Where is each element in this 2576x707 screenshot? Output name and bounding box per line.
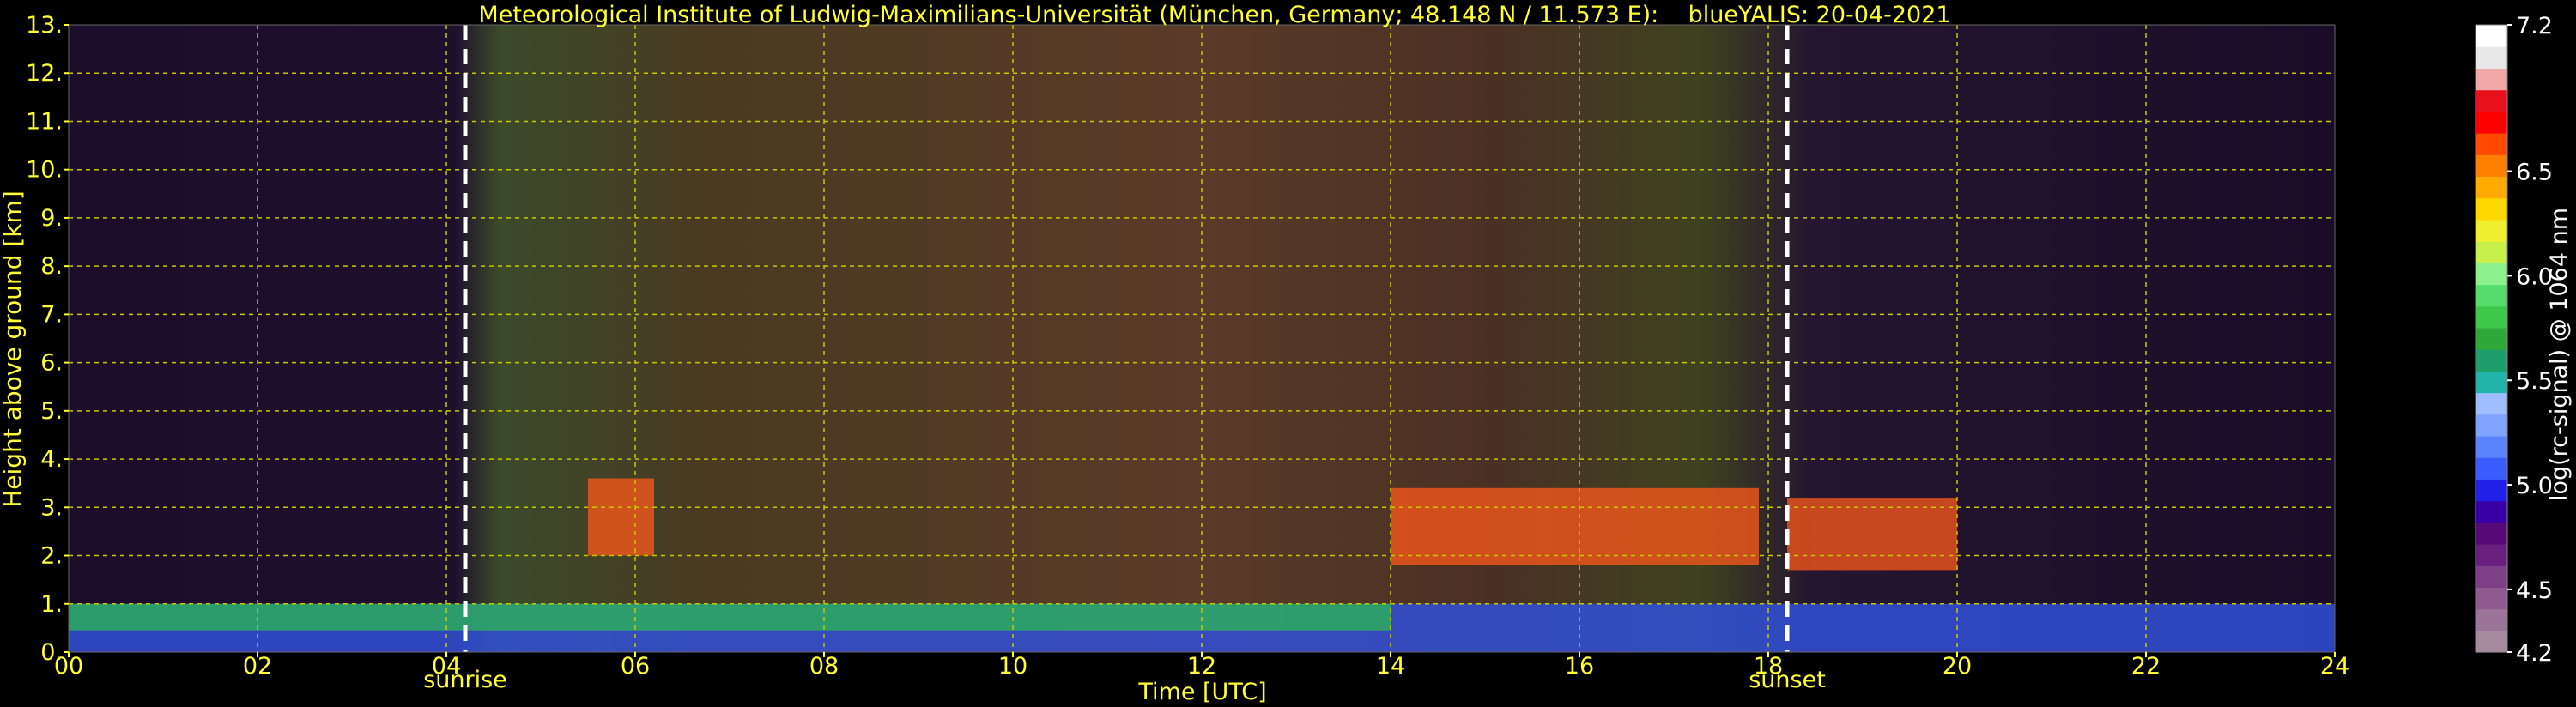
colorbar-tick-label: 6.5 (2516, 160, 2553, 186)
x-tick-label: 08 (809, 653, 839, 680)
y-axis-label: Height above ground [km] (0, 190, 27, 508)
colorbar-label: log(rc-signal) @ 1064 nm (2546, 208, 2573, 501)
x-tick-label: 02 (243, 653, 272, 680)
cloud-layer (588, 478, 654, 556)
colorbar-segment (2476, 111, 2507, 134)
x-tick-label: 24 (2320, 653, 2349, 680)
colorbar-segment (2476, 479, 2507, 502)
x-tick-label: 22 (2131, 653, 2161, 680)
x-tick-label: 14 (1376, 653, 1405, 680)
x-tick-label: 04 (432, 653, 461, 680)
colorbar-segment (2476, 543, 2507, 566)
colorbar-tick-label: 7.2 (2516, 13, 2553, 39)
colorbar-segment (2476, 392, 2507, 415)
colorbar-segment (2476, 371, 2507, 394)
y-tick-label: 6. (40, 350, 63, 377)
colorbar-segment (2476, 500, 2507, 523)
colorbar-segment (2476, 435, 2507, 458)
y-tick-label: 12. (26, 60, 63, 87)
colorbar-segment (2476, 327, 2507, 350)
colorbar-segment (2476, 241, 2507, 263)
colorbar-segment (2476, 630, 2507, 653)
x-tick-label: 18 (1754, 653, 1783, 680)
x-axis-label: Time [UTC] (1137, 679, 1266, 705)
colorbar-segment (2476, 154, 2507, 178)
colorbar-segment (2476, 349, 2507, 372)
x-tick-label: 12 (1187, 653, 1216, 680)
y-tick-label: 13. (26, 12, 63, 39)
y-tick-label: 8. (40, 253, 63, 280)
aerosol-layer-top (69, 603, 1391, 631)
colorbar-segment (2476, 284, 2507, 307)
colorbar-tick-label: 4.2 (2516, 640, 2553, 667)
colorbar-segment (2476, 197, 2507, 221)
colorbar: 4.24.55.05.56.06.57.2 (2475, 13, 2553, 667)
plot-area (68, 24, 2336, 653)
x-tick-label: 00 (54, 653, 83, 680)
colorbar-segment (2476, 133, 2507, 155)
colorbar-segment (2476, 608, 2507, 631)
colorbar-segment (2476, 46, 2507, 69)
colorbar-tick-label: 4.5 (2516, 577, 2553, 604)
cloud-layer (1391, 487, 1759, 565)
colorbar-segment (2476, 565, 2507, 588)
x-tick-label: 06 (621, 653, 650, 680)
colorbar-segment (2476, 457, 2507, 480)
x-tick-label: 16 (1565, 653, 1594, 680)
x-tick-label: 20 (1943, 653, 1972, 680)
y-tick-label: 3. (40, 494, 63, 521)
y-axis-ticks: 0.1.2.3.4.5.6.7.8.9.10.11.12.13. (26, 12, 69, 666)
y-tick-label: 7. (40, 301, 63, 328)
colorbar-segment (2476, 587, 2507, 610)
colorbar-segment (2476, 263, 2507, 286)
lidar-quicklook-chart: 0.1.2.3.4.5.6.7.8.9.10.11.12.13. sunrise… (0, 2, 2573, 705)
colorbar-segment (2476, 305, 2507, 329)
y-tick-label: 10. (26, 157, 63, 184)
y-tick-label: 5. (40, 398, 63, 425)
y-tick-label: 1. (40, 591, 63, 618)
y-tick-label: 2. (40, 543, 63, 570)
colorbar-segment (2476, 522, 2507, 545)
cloud-layer (1787, 498, 1957, 571)
colorbar-segment (2476, 414, 2507, 437)
colorbar-segment (2476, 25, 2507, 47)
colorbar-segment (2476, 176, 2507, 199)
y-tick-label: 9. (40, 205, 63, 232)
x-tick-label: 10 (998, 653, 1027, 680)
y-tick-label: 11. (26, 108, 63, 135)
y-tick-label: 4. (40, 446, 63, 473)
colorbar-segment (2476, 219, 2507, 242)
colorbar-segment (2476, 68, 2507, 91)
chart-title: Meteorological Institute of Ludwig-Maxim… (478, 2, 1950, 28)
colorbar-segment (2476, 89, 2507, 112)
